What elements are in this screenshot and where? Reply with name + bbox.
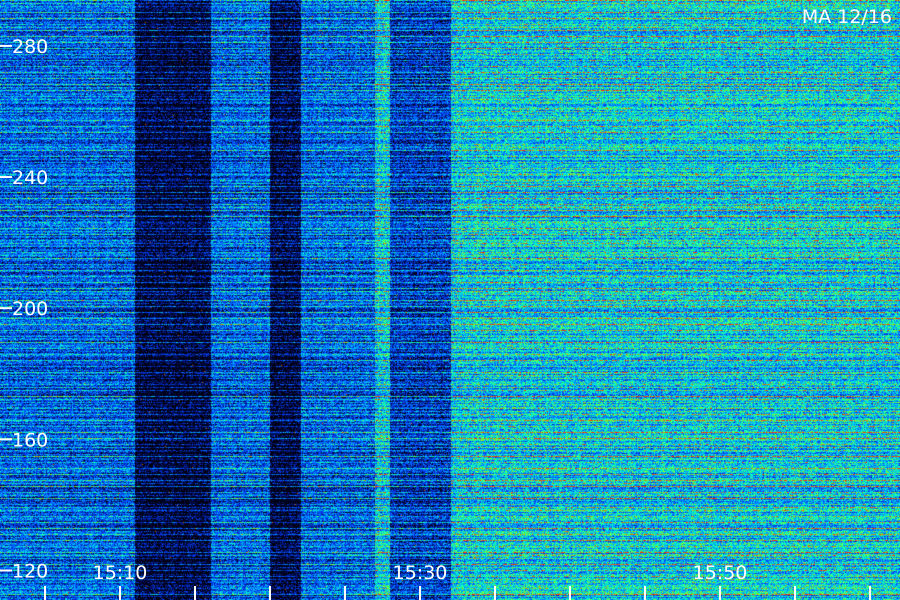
y-tick-label: 120	[12, 560, 48, 582]
station-label: MA 12/16	[802, 6, 892, 28]
y-tick-label: 240	[12, 167, 48, 189]
spectrogram-chart: 280 240 200 160 120 15:10 15:30 15:50 MA 12/16	[0, 0, 900, 600]
spectrogram-heatmap	[0, 0, 900, 600]
x-tick-label: 15:10	[93, 562, 148, 584]
y-tick-label: 280	[12, 36, 48, 58]
x-tick-label: 15:30	[393, 562, 448, 584]
y-tick-label: 200	[12, 298, 48, 320]
y-tick-label: 160	[12, 429, 48, 451]
x-tick-label: 15:50	[693, 562, 748, 584]
